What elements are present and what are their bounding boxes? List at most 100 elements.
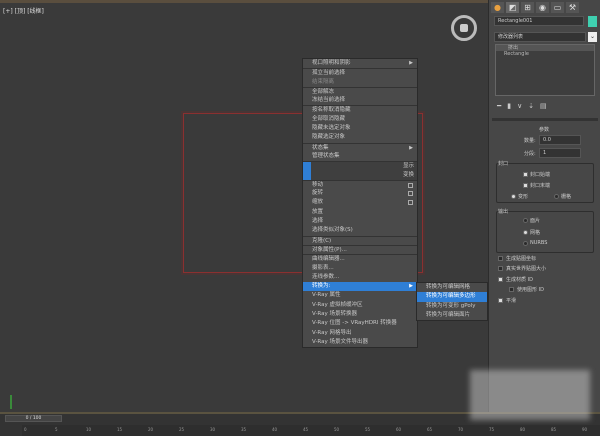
real-world-checkbox[interactable] <box>498 266 503 271</box>
menu-item[interactable]: 移动 <box>303 179 417 189</box>
menu-item-label: 隐藏选定对象 <box>312 134 346 141</box>
modifier-stack: 挤出 Rectangle <box>495 44 595 96</box>
use-shape-label: 使用图形 ID <box>517 287 544 293</box>
menu-item-label: V-Ray 网格导出 <box>312 329 352 336</box>
chevron-down-icon[interactable]: ⌄ <box>588 32 597 42</box>
menu-item[interactable]: 管理状态集 <box>303 152 417 161</box>
patch-radio[interactable] <box>523 218 528 223</box>
menu-item[interactable]: 转换为可编辑面片 <box>417 311 487 320</box>
nurbs-radio[interactable] <box>523 241 528 246</box>
stack-item[interactable]: Rectangle <box>496 51 594 57</box>
amount-input[interactable]: 0.0 <box>539 135 581 145</box>
menu-item-label: V-Ray 场景转换器 <box>312 311 357 318</box>
menu-item-label: 冻结当前选择 <box>312 97 346 104</box>
morph-radio[interactable] <box>511 194 516 199</box>
object-name-input[interactable]: Rectangle001 <box>494 16 584 26</box>
menu-item-label: V-Ray 虚拟帧缓冲区 <box>312 301 363 308</box>
tick-label: 80 <box>520 427 526 432</box>
menu-item[interactable]: 对象属性(P)... <box>303 244 417 254</box>
menu-item[interactable]: 全部取消隐藏 <box>303 115 417 124</box>
menu-item[interactable]: 状态集 ▶ <box>303 142 417 152</box>
settings-box-icon[interactable] <box>408 191 413 197</box>
mesh-radio[interactable] <box>523 230 528 235</box>
menu-item[interactable]: V-Ray 虚拟帧缓冲区 <box>303 301 417 310</box>
menu-item[interactable]: 选择 <box>303 217 417 226</box>
menu-item[interactable]: 隐藏选定对象 <box>303 133 417 142</box>
menu-item[interactable]: V-Ray 场景转换器 <box>303 310 417 319</box>
menu-item[interactable]: 连线参数... <box>303 273 417 282</box>
viewport-label[interactable]: [+] [顶] [线框] <box>3 6 44 15</box>
submenu-arrow-icon: ▶ <box>409 60 413 66</box>
menu-item[interactable]: 显示 <box>303 161 417 171</box>
time-slider[interactable]: 0 / 100 <box>5 415 62 422</box>
command-panel-tabs: ● ◩ ⊞ ◉ ▭ ⚒ <box>489 0 600 15</box>
settings-box-icon[interactable] <box>408 200 413 206</box>
menu-item[interactable]: 放置 <box>303 208 417 217</box>
command-panel: ● ◩ ⊞ ◉ ▭ ⚒ Rectangle001 修改器列表 ⌄ 挤出 Rect… <box>488 0 600 412</box>
cap-start-checkbox[interactable] <box>523 172 528 177</box>
menu-item[interactable]: 按名称取消隐藏 <box>303 105 417 114</box>
menu-item-label: 按名称取消隐藏 <box>312 107 351 114</box>
menu-item[interactable]: 摄影表... <box>303 264 417 273</box>
rollout-title[interactable]: 参数 <box>539 126 549 133</box>
menu-item[interactable]: 转换为可变形 gPoly <box>417 302 487 311</box>
menu-item-label: 转换为可编辑网格 <box>426 284 471 290</box>
menu-item-label: 选择类似对象(S) <box>312 227 353 234</box>
amount-label: 数量: <box>524 138 536 144</box>
menu-item[interactable]: 克隆(C) <box>303 235 417 245</box>
track-bar[interactable]: 0 5 10 15 20 25 30 35 40 45 50 55 60 65 70 75 80 85 90 <box>22 425 600 436</box>
menu-item[interactable]: 视口照明和阴影 ▶ <box>303 59 417 68</box>
menu-item-label: 对象属性(P)... <box>312 246 347 253</box>
modify-tab-icon[interactable]: ◩ <box>506 2 519 13</box>
menu-item[interactable]: V-Ray 场景文件导出器 <box>303 338 417 347</box>
menu-item[interactable]: 结束隔离 <box>303 78 417 87</box>
tick-label: 90 <box>582 427 588 432</box>
tick-label: 45 <box>303 427 309 432</box>
menu-item[interactable]: 转换为: ▶ <box>303 282 417 292</box>
utilities-tab-icon[interactable]: ⚒ <box>566 2 579 13</box>
menu-item[interactable]: 转换为可编辑多边形 <box>417 292 487 302</box>
segments-input[interactable]: 1 <box>539 148 581 158</box>
menu-item[interactable]: 隐藏未选定对象 <box>303 124 417 133</box>
menu-item[interactable]: 转换为可编辑网格 <box>417 283 487 292</box>
use-shape-id-checkbox[interactable] <box>509 287 514 292</box>
submenu-arrow-icon: ▶ <box>409 283 413 290</box>
menu-item[interactable]: 孤立当前选择 <box>303 68 417 77</box>
menu-item-label: 孤立当前选择 <box>312 70 346 77</box>
modifier-list-dropdown[interactable]: 修改器列表 <box>494 32 586 42</box>
menu-item-label: 状态集 <box>312 144 329 151</box>
menu-item[interactable]: 全部解冻 <box>303 86 417 96</box>
menu-item-label: 克隆(C) <box>312 237 332 244</box>
menu-item[interactable]: 变换 <box>303 170 417 180</box>
tick-label: 70 <box>458 427 464 432</box>
segments-label: 分段: <box>524 151 536 157</box>
object-color-swatch[interactable] <box>588 16 597 27</box>
viewcube-icon[interactable] <box>451 15 477 41</box>
menu-item[interactable]: 旋转 <box>303 189 417 198</box>
menu-item[interactable]: V-Ray 网格导出 <box>303 329 417 338</box>
tick-label: 25 <box>179 427 185 432</box>
hierarchy-tab-icon[interactable]: ⊞ <box>521 2 534 13</box>
settings-box-icon[interactable] <box>408 182 413 188</box>
menu-item[interactable]: 选择类似对象(S) <box>303 226 417 235</box>
menu-item[interactable]: 曲线编辑器... <box>303 254 417 263</box>
menu-item-label: 全部解冻 <box>312 88 335 95</box>
grid-radio[interactable] <box>554 194 559 199</box>
quad-title: 显示 <box>402 163 414 170</box>
motion-tab-icon[interactable]: ◉ <box>536 2 549 13</box>
display-tab-icon[interactable]: ▭ <box>551 2 564 13</box>
create-tab-icon[interactable]: ● <box>491 2 504 13</box>
menu-item[interactable]: V-Ray 属性 <box>303 291 417 300</box>
watermark <box>470 370 590 420</box>
cap-end-checkbox[interactable] <box>523 183 528 188</box>
tick-label: 30 <box>210 427 216 432</box>
output-label: 输出 <box>498 209 509 215</box>
menu-item[interactable]: 缩放 <box>303 198 417 207</box>
gen-map-coords-checkbox[interactable] <box>498 256 503 261</box>
gen-mat-id-checkbox[interactable] <box>498 277 503 282</box>
menu-item[interactable]: V-Ray 位图 -> VRayHDRI 转换器 <box>303 319 417 328</box>
stack-tools-icons[interactable]: ━▮∨⇣▤ <box>497 102 553 110</box>
smooth-checkbox[interactable] <box>498 298 503 303</box>
axis-gizmo-icon <box>10 395 12 409</box>
menu-item[interactable]: 冻结当前选择 <box>303 96 417 105</box>
